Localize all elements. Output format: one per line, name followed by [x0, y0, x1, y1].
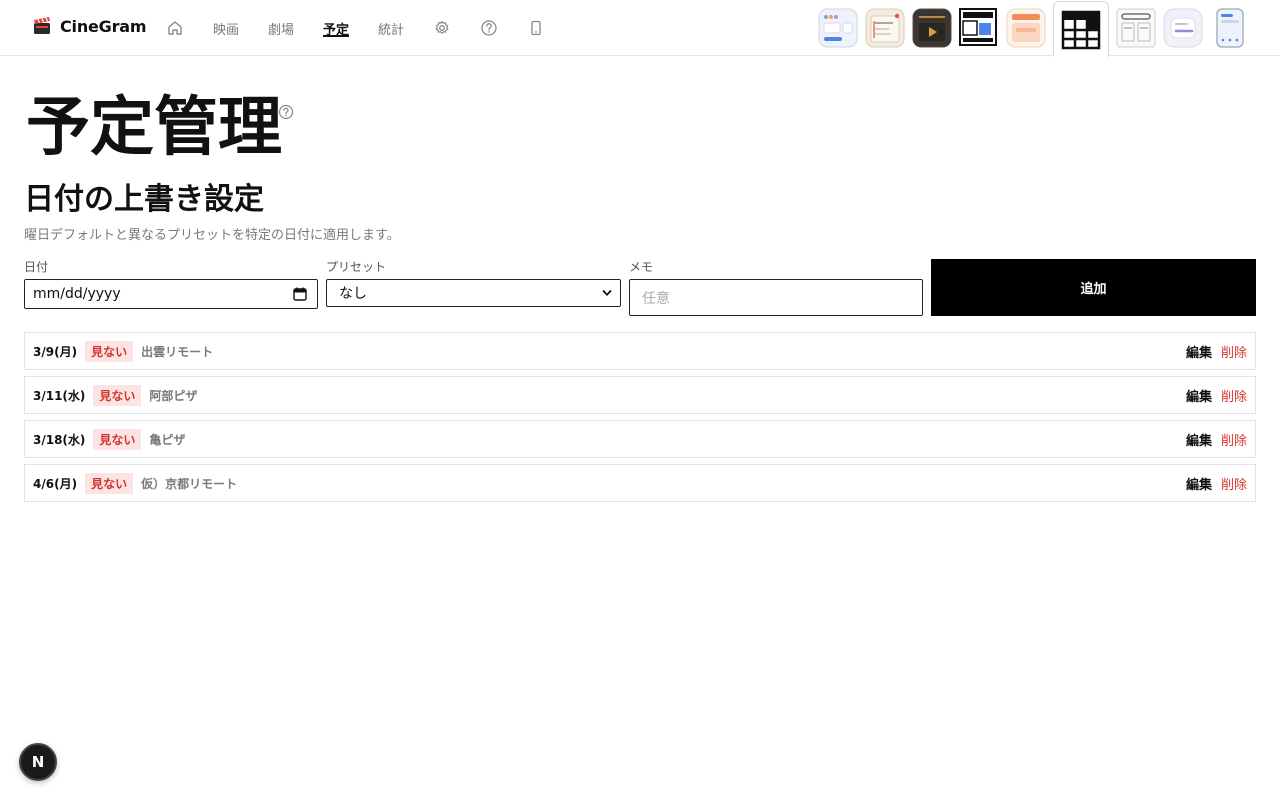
theme-grid-icon [1061, 10, 1101, 49]
nav-settings[interactable] [433, 0, 451, 56]
nav-mobile[interactable] [527, 0, 545, 56]
memo-input[interactable]: 任意 [629, 279, 923, 316]
theme-blocks[interactable] [959, 8, 999, 48]
theme-wire[interactable] [1116, 8, 1156, 48]
date-input[interactable]: mm/dd/yyyy [24, 279, 318, 309]
table-row: 3/11(水) 見ない 阿部ピザ 編集 削除 [24, 376, 1256, 414]
brand[interactable]: CineGram [32, 16, 147, 36]
nav-theaters-label: 劇場 [268, 22, 295, 38]
date-input-placeholder: mm/dd/yyyy [33, 286, 121, 302]
memo-input-placeholder: 任意 [642, 290, 670, 307]
main-nav: 映画 劇場 予定 統計 [166, 0, 574, 56]
help-circle-icon [481, 20, 497, 36]
table-row: 4/6(月) 見ない 仮）京都リモート 編集 削除 [24, 464, 1256, 502]
override-list: 3/9(月) 見ない 出雲リモート 編集 削除 3/11(水) 見ない 阿部ピザ… [24, 332, 1256, 508]
nav-help[interactable] [480, 0, 498, 56]
edit-button[interactable]: 編集 [1186, 430, 1212, 449]
home-icon [168, 21, 182, 35]
memo-label: メモ [629, 260, 654, 274]
row-memo: 亀ピザ [149, 432, 186, 447]
delete-button[interactable]: 削除 [1221, 474, 1247, 493]
preset-select[interactable]: なし [326, 279, 621, 307]
date-label: 日付 [24, 260, 49, 274]
section-description: 曜日デフォルトと異なるプリセットを特定の日付に適用します。 [24, 228, 400, 243]
add-button[interactable]: 追加 [931, 259, 1256, 316]
row-memo: 仮）京都リモート [141, 476, 238, 491]
page-title: 予定管理 [26, 91, 282, 165]
table-row: 3/18(水) 見ない 亀ピザ 編集 削除 [24, 420, 1256, 458]
status-badge: 見ない [93, 428, 142, 450]
theme-grid[interactable] [1053, 1, 1109, 57]
row-date: 3/18(水) [33, 432, 86, 447]
help-icon[interactable] [278, 104, 294, 120]
active-underline [323, 35, 350, 37]
theme-soft-blue-icon [818, 8, 858, 48]
smartphone-icon [531, 20, 541, 36]
row-date: 3/11(水) [33, 388, 86, 403]
row-actions: 編集 削除 [1186, 465, 1247, 501]
calendar-icon[interactable] [293, 287, 307, 301]
top-navigation-bar: CineGram 映画 劇場 予定 統計 [0, 0, 1280, 57]
theme-wire-icon [1116, 8, 1156, 48]
nav-theaters[interactable]: 劇場 [268, 0, 294, 56]
row-actions: 編集 削除 [1186, 377, 1247, 413]
theme-switcher [818, 0, 1257, 57]
theme-mobile-icon [1216, 8, 1244, 48]
status-badge: 見ない [85, 472, 134, 494]
delete-button[interactable]: 削除 [1221, 342, 1247, 361]
row-date: 4/6(月) [33, 476, 78, 491]
nav-stats[interactable]: 統計 [378, 0, 404, 56]
chevron-down-icon [602, 290, 612, 296]
nav-movies[interactable]: 映画 [213, 0, 239, 56]
nav-home[interactable] [166, 0, 184, 56]
brand-name: CineGram [60, 16, 147, 36]
row-memo: 出雲リモート [141, 344, 214, 359]
preset-label: プリセット [326, 260, 387, 274]
theme-warm[interactable] [1006, 8, 1046, 48]
theme-soft-blue[interactable] [818, 8, 858, 48]
theme-blocks-icon [959, 8, 997, 46]
preset-select-value: なし [339, 286, 367, 302]
nav-movies-label: 映画 [213, 22, 240, 38]
delete-button[interactable]: 削除 [1221, 386, 1247, 405]
row-actions: 編集 削除 [1186, 421, 1247, 457]
nav-stats-label: 統計 [378, 22, 405, 38]
theme-dark-player-icon [912, 8, 952, 48]
nav-schedule[interactable]: 予定 [323, 0, 350, 56]
edit-button[interactable]: 編集 [1186, 474, 1212, 493]
theme-lavender-icon [1163, 8, 1203, 48]
theme-paper[interactable] [865, 8, 905, 48]
gear-icon [435, 20, 449, 34]
theme-dark-player[interactable] [912, 8, 952, 48]
row-actions: 編集 削除 [1186, 333, 1247, 369]
dev-tools-badge[interactable]: N [19, 743, 57, 781]
theme-paper-icon [865, 8, 905, 48]
status-badge: 見ない [85, 340, 134, 362]
theme-mobile[interactable] [1210, 8, 1250, 48]
table-row: 3/9(月) 見ない 出雲リモート 編集 削除 [24, 332, 1256, 370]
row-memo: 阿部ピザ [149, 388, 198, 403]
edit-button[interactable]: 編集 [1186, 386, 1212, 405]
section-title: 日付の上書き設定 [24, 182, 264, 217]
edit-button[interactable]: 編集 [1186, 342, 1212, 361]
row-date: 3/9(月) [33, 344, 78, 359]
delete-button[interactable]: 削除 [1221, 430, 1247, 449]
theme-lavender[interactable] [1163, 8, 1203, 48]
status-badge: 見ない [93, 384, 142, 406]
theme-warm-icon [1006, 8, 1046, 48]
clapperboard-icon [34, 17, 50, 34]
